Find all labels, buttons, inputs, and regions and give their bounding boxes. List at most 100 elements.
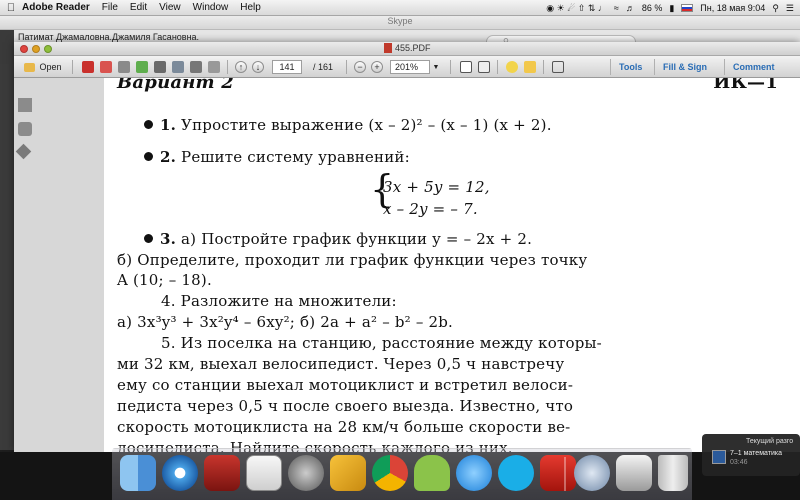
pencil-icon[interactable]	[330, 455, 366, 491]
combine-files-icon[interactable]	[98, 59, 114, 75]
menu-help[interactable]: Help	[240, 2, 261, 13]
fit-width-icon[interactable]	[476, 59, 492, 75]
fit-page-icon[interactable]	[458, 59, 474, 75]
launchpad-icon[interactable]	[288, 455, 324, 491]
battery-icon[interactable]: ▮	[669, 3, 674, 14]
toolbar-separator	[227, 60, 228, 74]
variant-header: Вариант 2	[117, 78, 234, 93]
pdf-page[interactable]: Вариант 2 ИК—1 1. Упростите выражение (x…	[104, 78, 800, 452]
attachments-icon[interactable]	[18, 122, 32, 136]
task-3: 3. а) Постройте график функции y = – 2x …	[144, 230, 532, 248]
utility-icon[interactable]	[574, 455, 610, 491]
email-icon[interactable]	[206, 59, 222, 75]
volume-icon[interactable]: ♬	[626, 3, 635, 13]
save-icon[interactable]	[170, 59, 186, 75]
photo-booth-icon[interactable]	[204, 455, 240, 491]
open-label: Open	[39, 62, 62, 72]
task-3-text: а) Постройте график функции y = – 2x + 2…	[181, 230, 533, 248]
reader-toolbar: Open ↑ ↓ 141 / 161 − + 201% ▼ Tools Fill…	[14, 56, 800, 78]
skype-icon[interactable]	[498, 455, 534, 491]
skype-sidebar-edge	[0, 30, 14, 64]
zoom-window-button[interactable]	[44, 45, 52, 53]
print-icon[interactable]	[188, 59, 204, 75]
edit-pdf-icon[interactable]	[116, 59, 132, 75]
task-3b-line-1: б) Определите, проходит ли график функци…	[117, 251, 588, 269]
toolbar-separator	[450, 60, 451, 74]
page-thumbnails-icon[interactable]	[18, 98, 32, 112]
android-icon[interactable]	[414, 455, 450, 491]
arrow-up-icon: ↑	[235, 61, 247, 73]
open-button[interactable]: Open	[20, 59, 66, 75]
wifi-icon[interactable]: ≈	[614, 3, 619, 13]
comment-link[interactable]: Comment	[724, 59, 783, 75]
task-3-number: 3.	[160, 230, 177, 248]
app-menu-name[interactable]: Adobe Reader	[22, 2, 90, 13]
export-pdf-icon[interactable]	[134, 59, 150, 75]
trash-icon[interactable]	[658, 455, 688, 491]
call-notification[interactable]: Текущий разго 7–1 математика 03:46	[702, 434, 800, 476]
zoom-in-button[interactable]: +	[370, 59, 384, 75]
reader-titlebar: 455.PDF	[14, 42, 800, 56]
notification-item: 7–1 математика	[730, 450, 782, 457]
skype-title: Skype	[0, 16, 800, 30]
next-page-button[interactable]: ↓	[251, 59, 265, 75]
status-icons[interactable]: ◉ ☀ ☄ ⇧ ⇅ ♩	[546, 3, 607, 14]
fill-sign-link[interactable]: Fill & Sign	[654, 59, 715, 75]
minimize-window-button[interactable]	[32, 45, 40, 53]
previous-page-button[interactable]: ↑	[234, 59, 248, 75]
toolbar-separator	[497, 60, 498, 74]
zoom-level-field[interactable]: 201%	[390, 60, 430, 74]
printer-icon[interactable]	[616, 455, 652, 491]
folder-icon	[24, 62, 36, 72]
task-1: 1. Упростите выражение (x – 2)² – (x – 1…	[144, 116, 552, 134]
create-pdf-icon[interactable]	[80, 59, 96, 75]
skype-caller-name: Патимат Джамаловна.Джамиля Гасановна.	[18, 32, 200, 42]
layers-icon[interactable]	[15, 143, 32, 160]
menu-bar:  Adobe Reader File Edit View Window Hel…	[0, 0, 800, 16]
battery-text[interactable]: 86 %	[642, 3, 663, 13]
input-source-flag-icon[interactable]	[681, 4, 694, 12]
task-5-line: скорость мотоциклиста на 28 км/ч больше …	[117, 418, 571, 436]
bullet-icon	[144, 120, 153, 129]
notification-title: Текущий разго	[746, 438, 794, 445]
navigation-pane	[14, 78, 104, 452]
tools-link[interactable]: Tools	[610, 59, 650, 75]
minus-icon: −	[354, 61, 366, 73]
close-window-button[interactable]	[20, 45, 28, 53]
menu-window[interactable]: Window	[193, 2, 229, 13]
apple-menu-icon[interactable]: 	[0, 2, 22, 14]
zoom-out-button[interactable]: −	[353, 59, 367, 75]
fullscreen-icon[interactable]	[550, 59, 566, 75]
preview-icon[interactable]	[246, 455, 282, 491]
notification-time: 03:46	[730, 459, 748, 466]
page-number-input[interactable]: 141	[272, 60, 302, 74]
send-files-icon[interactable]	[152, 59, 168, 75]
task-4-title: 4. Разложите на множители:	[161, 292, 397, 310]
task-5-line: ему со станции выехал мотоциклист и встр…	[117, 376, 574, 394]
plus-icon: +	[371, 61, 383, 73]
adobe-reader-icon[interactable]	[540, 455, 576, 491]
menu-view[interactable]: View	[159, 2, 181, 13]
finder-icon[interactable]	[120, 455, 156, 491]
document-title-text: 455.PDF	[395, 43, 431, 53]
comment-icon[interactable]	[504, 59, 520, 75]
task-4-body: а) 3x³y³ + 3x²y⁴ – 6xy²; б) 2a + a² – b²…	[117, 313, 454, 331]
task-1-number: 1.	[160, 116, 177, 134]
safari-icon[interactable]	[162, 455, 198, 491]
equation-2: x – 2y = – 7.	[383, 200, 478, 218]
left-window-strip	[0, 64, 14, 450]
toolbar-separator	[543, 60, 544, 74]
document-thumbnail-icon	[712, 450, 726, 464]
itunes-icon[interactable]	[456, 455, 492, 491]
zoom-dropdown-chevron-icon[interactable]: ▼	[430, 59, 442, 75]
notification-center-icon[interactable]: ☰	[786, 3, 794, 14]
spotlight-icon[interactable]: ⚲	[772, 3, 779, 14]
pdf-file-icon	[384, 43, 392, 53]
menu-file[interactable]: File	[102, 2, 118, 13]
chrome-icon[interactable]	[372, 455, 408, 491]
clock[interactable]: Пн, 18 мая 9:04	[700, 3, 765, 13]
page-total: / 161	[312, 62, 334, 72]
highlight-icon[interactable]	[522, 59, 538, 75]
menu-edit[interactable]: Edit	[130, 2, 147, 13]
toolbar-separator	[346, 60, 347, 74]
